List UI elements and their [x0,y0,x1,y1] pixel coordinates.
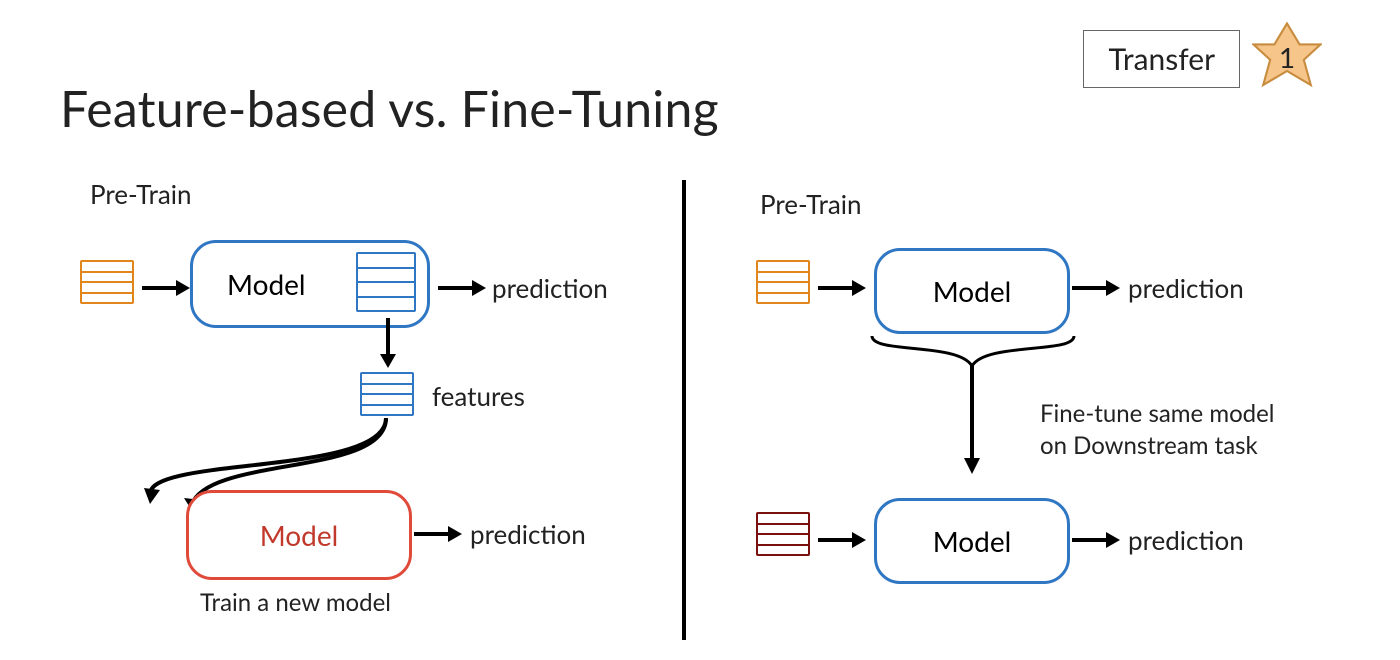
right-input-stack-bottom-icon [756,512,810,556]
right-prediction-top-label: prediction [1128,272,1244,304]
left-model-bottom: Model [186,490,412,580]
center-divider [682,180,686,640]
right-model-bottom-label: Model [933,524,1012,558]
left-features-stack-icon [360,372,414,416]
transfer-tag: Transfer [1083,30,1240,88]
right-prediction-bottom-label: prediction [1128,524,1244,556]
left-caption: Train a new model [200,588,391,617]
step-number: 1 [1252,22,1322,92]
step-star-badge: 1 [1252,22,1322,92]
arrow-left-bottom-to-pred [414,524,462,548]
slide-title: Feature-based vs. Fine-Tuning [60,78,719,138]
right-annotation-line1: Fine-tune same model [1040,399,1274,428]
arrow-left-down-to-features [378,318,398,372]
left-prediction-top-label: prediction [492,272,608,304]
arrow-left-model-to-pred [438,278,486,302]
arrow-left-input-to-model [142,278,190,302]
right-model-top: Model [874,248,1070,334]
right-input-stack-top-icon [756,260,810,304]
left-input-stack-icon [80,260,134,304]
left-model-top-label: Model [227,267,306,301]
right-model-top-label: Model [933,274,1012,308]
arrow-right-model-to-pred-bottom [1072,530,1120,554]
right-model-bottom: Model [874,498,1070,584]
right-annotation-line2: on Downstream task [1040,431,1258,460]
left-internal-features-icon [356,252,416,312]
right-annotation: Fine-tune same model on Downstream task [1040,398,1350,463]
left-features-label: features [432,380,525,412]
left-prediction-bottom-label: prediction [470,518,586,550]
arrow-right-input-to-model-top [818,278,866,302]
right-heading: Pre-Train [760,188,862,220]
arrow-right-input-to-model-bottom [818,530,866,554]
left-heading: Pre-Train [90,178,192,210]
arrow-right-finetune-down [962,364,982,478]
arrow-right-model-to-pred-top [1072,278,1120,302]
left-model-bottom-label: Model [260,518,339,552]
